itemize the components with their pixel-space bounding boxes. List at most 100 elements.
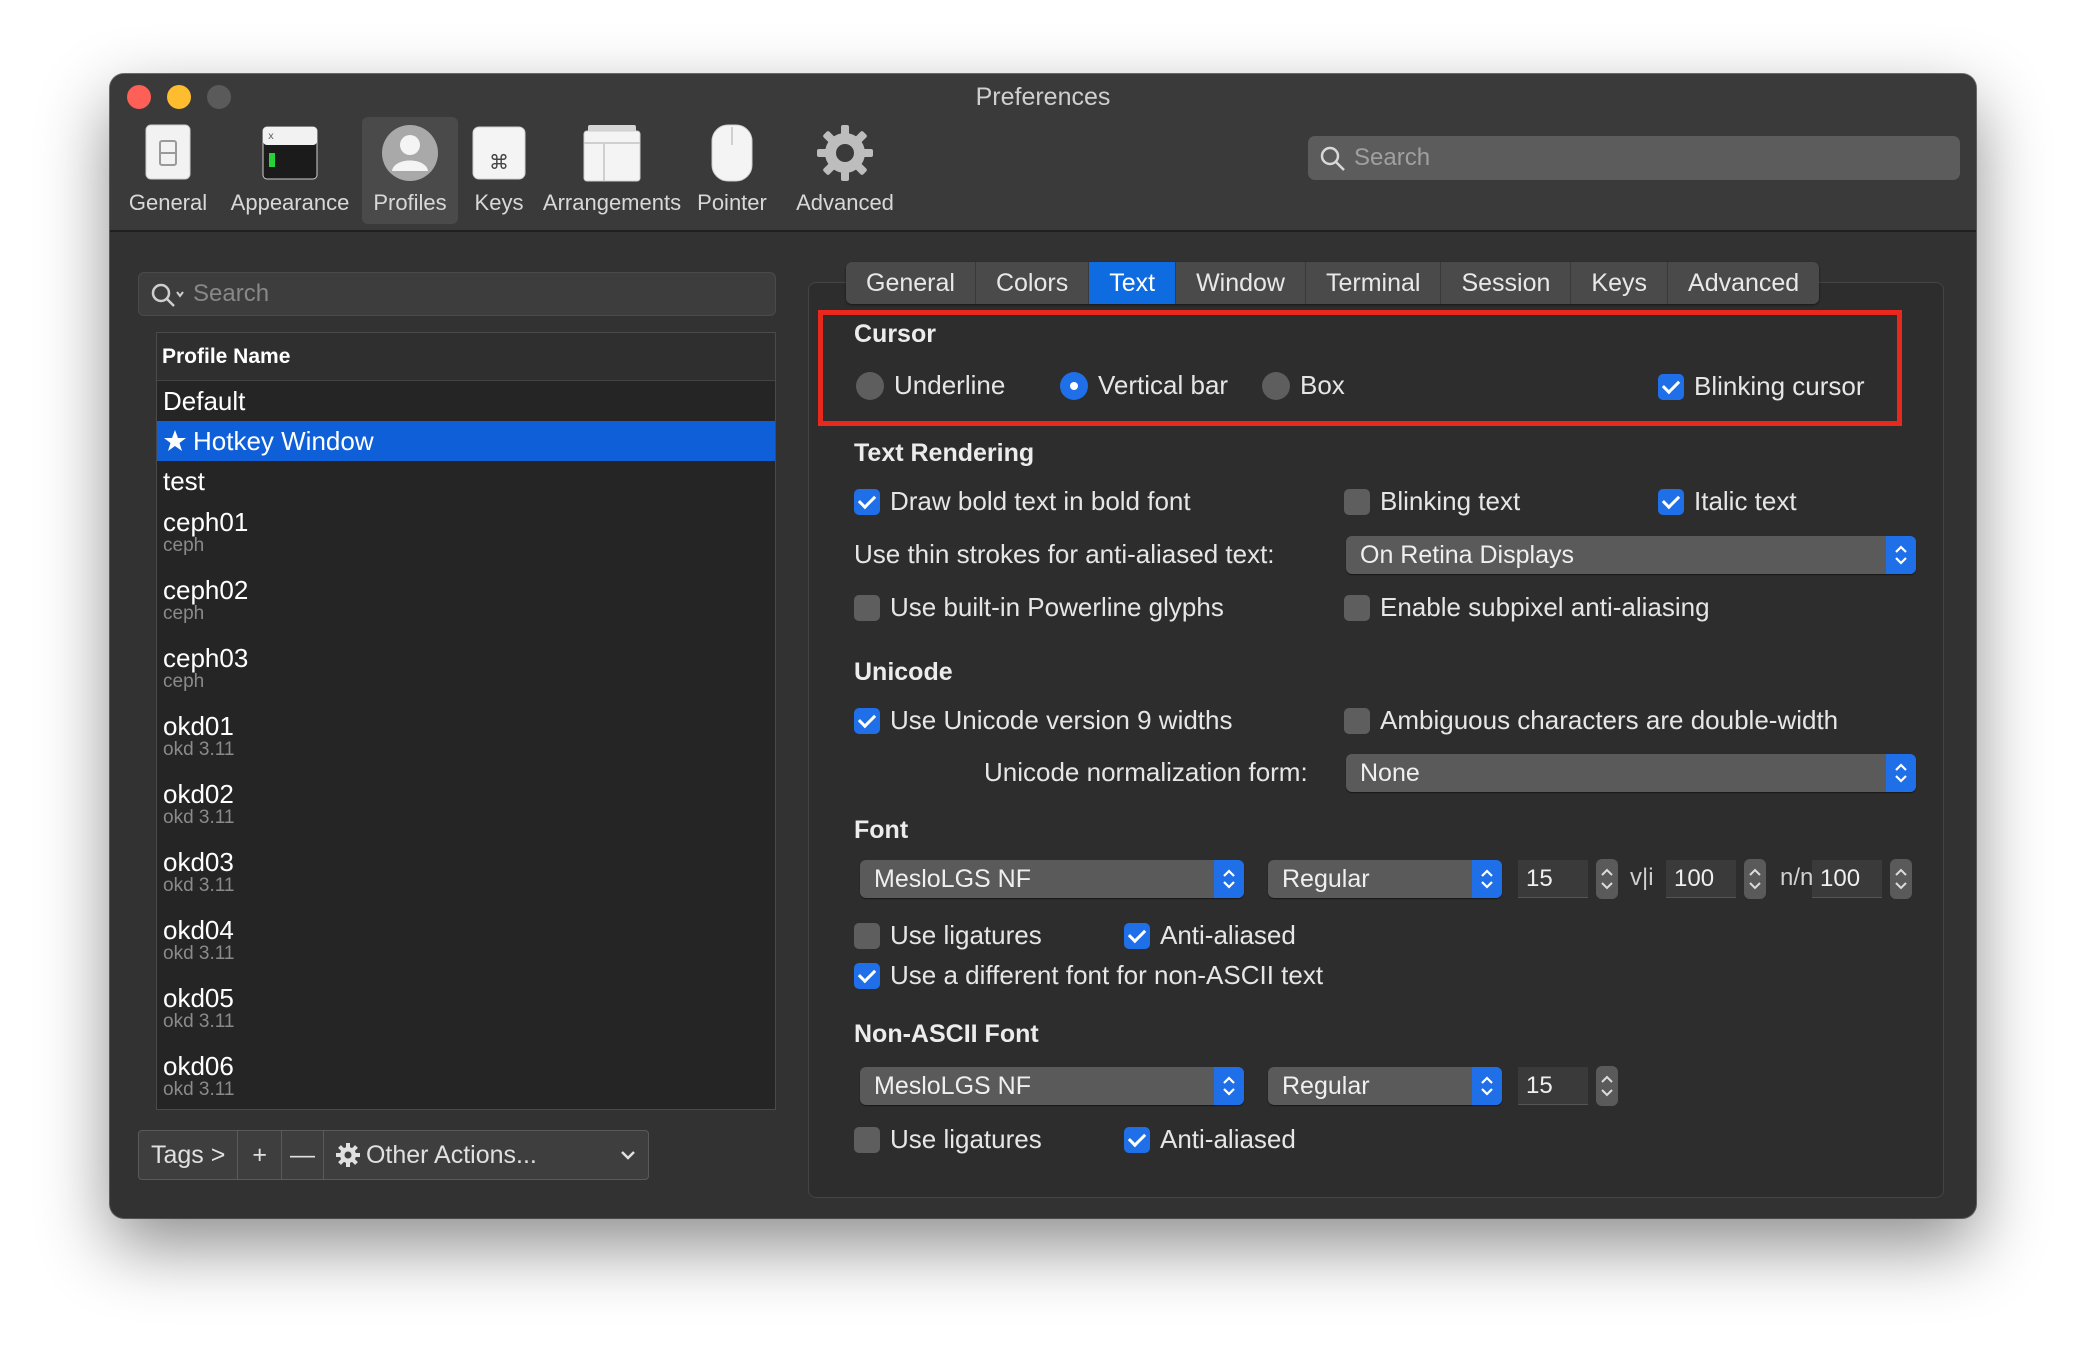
unicode-normalization-select[interactable]: None — [1346, 754, 1916, 792]
bold-font-checkbox[interactable]: Draw bold text in bold font — [854, 486, 1191, 517]
profile-item-okd03[interactable]: okd03 okd 3.11 — [157, 841, 775, 909]
font-anti-aliased-label: Anti-aliased — [1160, 920, 1296, 950]
gear-icon — [817, 125, 873, 181]
vertical-spacing-stepper[interactable] — [1890, 859, 1912, 899]
cursor-underline-label: Underline — [894, 370, 1006, 400]
blinking-cursor-checkbox[interactable]: Blinking cursor — [1658, 371, 1865, 402]
toolbar-general[interactable]: General — [118, 117, 218, 224]
profile-item-ceph01[interactable]: ceph01 ceph — [157, 501, 775, 569]
tab-general[interactable]: General — [846, 262, 976, 304]
toolbar-advanced[interactable]: Advanced — [788, 117, 902, 224]
select-arrows-icon — [1886, 754, 1916, 792]
font-anti-aliased-checkbox[interactable]: Anti-aliased — [1124, 920, 1296, 951]
non-ascii-anti-aliased-checkbox[interactable]: Anti-aliased — [1124, 1124, 1296, 1155]
non-ascii-font-size-field[interactable]: 15 — [1518, 1067, 1588, 1105]
tab-session[interactable]: Session — [1441, 262, 1572, 304]
profile-item-okd02[interactable]: okd02 okd 3.11 — [157, 773, 775, 841]
tab-colors[interactable]: Colors — [976, 262, 1090, 304]
appearance-window-icon: x — [262, 126, 318, 180]
cursor-box-radio[interactable]: Box — [1262, 370, 1345, 401]
radio-indicator — [1262, 371, 1290, 400]
italic-text-label: Italic text — [1694, 486, 1797, 516]
toolbar-profiles[interactable]: Profiles — [362, 117, 458, 224]
profile-name: okd05 — [163, 983, 234, 1013]
cursor-underline-radio[interactable]: Underline — [856, 370, 1005, 401]
profile-item-ceph03[interactable]: ceph03 ceph — [157, 637, 775, 705]
cursor-box-label: Box — [1300, 370, 1345, 400]
chevron-down-icon — [621, 1151, 635, 1160]
blinking-text-checkbox[interactable]: Blinking text — [1344, 486, 1520, 517]
horizontal-spacing-field[interactable]: 100 — [1666, 860, 1736, 898]
toolbar-keys[interactable]: ⌘ Keys — [460, 117, 538, 224]
profile-item-test[interactable]: test — [157, 461, 775, 501]
add-profile-button[interactable]: + — [238, 1131, 282, 1179]
checkbox-indicator — [1124, 922, 1150, 949]
toolbar-appearance[interactable]: x Appearance — [222, 117, 358, 224]
profile-tag: ceph — [163, 603, 205, 624]
select-arrows-icon — [1886, 536, 1916, 574]
profile-item-default[interactable]: Default — [157, 381, 775, 421]
non-ascii-font-size-stepper[interactable] — [1596, 1066, 1618, 1106]
toolbar-profiles-label: Profiles — [373, 190, 447, 215]
toolbar-search-input[interactable]: Search — [1308, 136, 1960, 180]
profile-name: test — [163, 466, 205, 496]
tab-text[interactable]: Text — [1089, 262, 1177, 304]
non-ascii-font-style-select[interactable]: Regular — [1268, 1067, 1502, 1105]
cursor-vertical-bar-radio[interactable]: Vertical bar — [1060, 370, 1228, 401]
profile-item-okd04[interactable]: okd04 okd 3.11 — [157, 909, 775, 977]
other-actions-menu[interactable]: Other Actions... — [324, 1131, 648, 1179]
powerline-glyphs-checkbox[interactable]: Use built-in Powerline glyphs — [854, 592, 1224, 623]
tags-button[interactable]: Tags > — [139, 1131, 239, 1179]
non-ascii-ligatures-checkbox[interactable]: Use ligatures — [854, 1124, 1042, 1155]
profile-tag: okd 3.11 — [163, 875, 235, 896]
font-style-select[interactable]: Regular — [1268, 860, 1502, 898]
profile-name: Default — [163, 386, 246, 416]
non-ascii-font-checkbox[interactable]: Use a different font for non-ASCII text — [854, 960, 1323, 991]
gear-icon — [335, 1143, 360, 1167]
profile-item-ceph02[interactable]: ceph02 ceph — [157, 569, 775, 637]
mouse-icon — [711, 124, 753, 182]
profile-name-column-header[interactable]: Profile Name — [157, 333, 775, 381]
text-rendering-section-title: Text Rendering — [854, 439, 1035, 467]
font-size-stepper[interactable] — [1596, 859, 1618, 899]
non-ascii-anti-aliased-label: Anti-aliased — [1160, 1124, 1296, 1154]
tab-window[interactable]: Window — [1176, 262, 1306, 304]
vertical-spacing-field[interactable]: 100 — [1812, 860, 1882, 898]
blinking-text-label: Blinking text — [1380, 486, 1521, 516]
non-ascii-font-label: Use a different font for non-ASCII text — [890, 960, 1324, 990]
search-icon — [1320, 146, 1345, 171]
ambiguous-double-width-checkbox[interactable]: Ambiguous characters are double-width — [1344, 705, 1838, 736]
profile-item-okd05[interactable]: okd05 okd 3.11 — [157, 977, 775, 1045]
profile-search-input[interactable]: Search — [138, 272, 776, 316]
profile-list[interactable]: Profile Name Default Hotkey Window test … — [156, 332, 776, 1110]
select-arrows-icon — [1472, 860, 1502, 898]
horizontal-spacing-glyph: v|i — [1630, 864, 1654, 891]
profile-item-okd01[interactable]: okd01 okd 3.11 — [157, 705, 775, 773]
profile-item-hotkey-window[interactable]: Hotkey Window — [157, 421, 775, 461]
thin-strokes-label: Use thin strokes for anti-aliased text: — [854, 539, 1275, 569]
non-ascii-font-family-select[interactable]: MesloLGS NF — [860, 1067, 1244, 1105]
checkbox-indicator — [854, 922, 880, 949]
star-icon — [164, 430, 186, 451]
profile-item-okd06[interactable]: okd06 okd 3.11 — [157, 1045, 775, 1109]
horizontal-spacing-stepper[interactable] — [1744, 859, 1766, 899]
tab-advanced[interactable]: Advanced — [1668, 262, 1819, 304]
arrangement-windows-icon — [583, 125, 641, 182]
font-ligatures-checkbox[interactable]: Use ligatures — [854, 920, 1042, 951]
toolbar-pointer[interactable]: Pointer — [682, 117, 782, 224]
subpixel-antialiasing-checkbox[interactable]: Enable subpixel anti-aliasing — [1344, 592, 1710, 623]
tab-keys[interactable]: Keys — [1571, 262, 1669, 304]
unicode-v9-widths-checkbox[interactable]: Use Unicode version 9 widths — [854, 705, 1233, 736]
font-family-select[interactable]: MesloLGS NF — [860, 860, 1244, 898]
profile-name: okd06 — [163, 1051, 234, 1081]
toolbar-arrangements[interactable]: Arrangements — [542, 117, 682, 224]
font-section-title: Font — [854, 816, 909, 844]
font-style-value: Regular — [1282, 865, 1370, 893]
thin-strokes-select[interactable]: On Retina Displays — [1346, 536, 1916, 574]
tab-terminal[interactable]: Terminal — [1306, 262, 1442, 304]
cursor-vertical-bar-label: Vertical bar — [1098, 370, 1229, 400]
font-size-field[interactable]: 15 — [1518, 860, 1588, 898]
radio-indicator — [856, 371, 884, 400]
remove-profile-button[interactable]: — — [282, 1131, 324, 1179]
italic-text-checkbox[interactable]: Italic text — [1658, 486, 1797, 517]
